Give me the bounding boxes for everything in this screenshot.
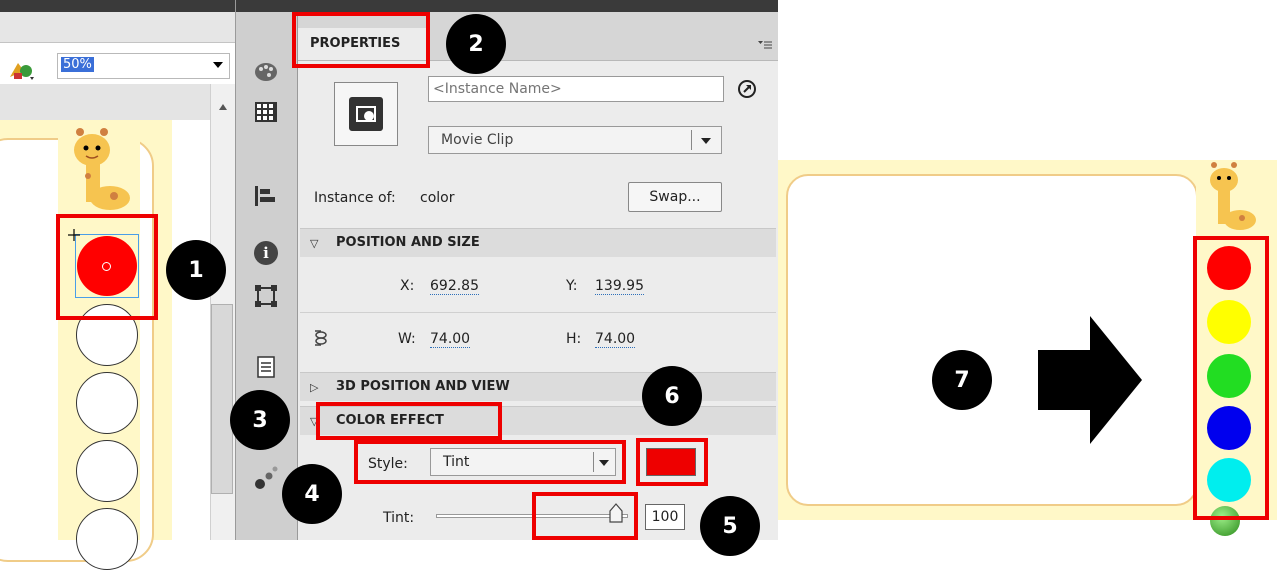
highlight-box-circle: [56, 214, 158, 320]
empty-circle[interactable]: [76, 440, 138, 502]
info-icon[interactable]: i: [254, 241, 278, 265]
panel-menu-icon[interactable]: [758, 38, 772, 50]
callout-3: 3: [230, 390, 290, 450]
x-value[interactable]: 692.85: [430, 278, 479, 295]
align-icon[interactable]: [255, 186, 277, 206]
swap-button-label: Swap...: [649, 189, 701, 205]
vertical-scrollbar[interactable]: [210, 84, 236, 540]
instance-name-input[interactable]: [428, 76, 724, 102]
symbol-type-value: Movie Clip: [441, 132, 514, 148]
giraffe-image: [66, 126, 134, 216]
panel-divider: [300, 312, 776, 313]
callout-5: 5: [700, 496, 760, 556]
highlight-box-style: [354, 440, 626, 484]
callout-2: 2: [446, 14, 506, 74]
highlight-box-tint-slider: [532, 492, 638, 540]
zoom-value: 50%: [61, 57, 94, 72]
highlight-box-result: [1193, 236, 1269, 520]
empty-circle[interactable]: [76, 372, 138, 434]
select-divider: [691, 130, 692, 150]
empty-circle[interactable]: [76, 508, 138, 570]
callout-1: 1: [166, 240, 226, 300]
highlight-box-color-effect: [316, 402, 502, 440]
triangle-right-icon: ▷: [310, 381, 319, 394]
callout-4: 4: [282, 464, 342, 524]
y-value[interactable]: 139.95: [595, 278, 644, 295]
tint-value-field[interactable]: 100: [645, 504, 685, 530]
color-palette-icon[interactable]: [254, 60, 278, 84]
highlight-box-properties-tab: [292, 12, 430, 68]
3d-position-title: 3D POSITION AND VIEW: [336, 379, 510, 394]
giraffe-image: [1202, 160, 1258, 236]
instance-of-value: color: [420, 190, 455, 206]
position-size-header[interactable]: ▽ POSITION AND SIZE: [300, 228, 776, 257]
y-label: Y:: [566, 278, 578, 294]
position-size-title: POSITION AND SIZE: [336, 235, 480, 250]
scroll-thumb[interactable]: [211, 304, 233, 494]
symbol-type-select[interactable]: Movie Clip: [428, 126, 722, 154]
transform-icon[interactable]: [255, 285, 277, 307]
tint-label: Tint:: [383, 510, 415, 526]
callout-6: 6: [642, 366, 702, 426]
lock-proportions-icon[interactable]: [313, 328, 329, 348]
x-label: X:: [400, 278, 415, 294]
h-value[interactable]: 74.00: [595, 331, 636, 348]
history-icon[interactable]: [257, 356, 275, 378]
motion-presets-icon[interactable]: [252, 462, 280, 490]
chevron-down-icon: [701, 138, 711, 144]
zoom-select[interactable]: 50%: [57, 53, 230, 79]
w-value[interactable]: 74.00: [430, 331, 471, 348]
movie-clip-symbol-icon: [334, 82, 398, 146]
instance-of-label: Instance of:: [314, 190, 396, 206]
swap-button[interactable]: Swap...: [628, 182, 722, 212]
swatches-grid-icon[interactable]: [255, 102, 277, 122]
callout-7: 7: [932, 350, 992, 410]
arrow-right-icon: [1038, 316, 1142, 444]
chevron-down-icon: [213, 62, 223, 68]
tool-strip: i: [235, 0, 299, 540]
scroll-up-icon[interactable]: [219, 104, 227, 110]
triangle-down-icon: ▽: [310, 237, 319, 250]
h-label: H:: [566, 331, 582, 347]
edit-in-place-icon[interactable]: [738, 80, 756, 98]
symbol-icon-inner: [349, 97, 383, 131]
shape-tools-icon[interactable]: [8, 57, 38, 81]
highlight-box-swatch: [636, 438, 708, 486]
w-label: W:: [398, 331, 416, 347]
tint-value: 100: [651, 509, 679, 525]
properties-top-strip: [298, 0, 778, 12]
3d-position-header[interactable]: ▷ 3D POSITION AND VIEW: [300, 372, 776, 401]
panel-top-strip: [0, 0, 235, 12]
stage-gutter: [0, 84, 210, 120]
tool-strip-top: [236, 0, 299, 12]
stage-toolbar: [0, 12, 235, 43]
